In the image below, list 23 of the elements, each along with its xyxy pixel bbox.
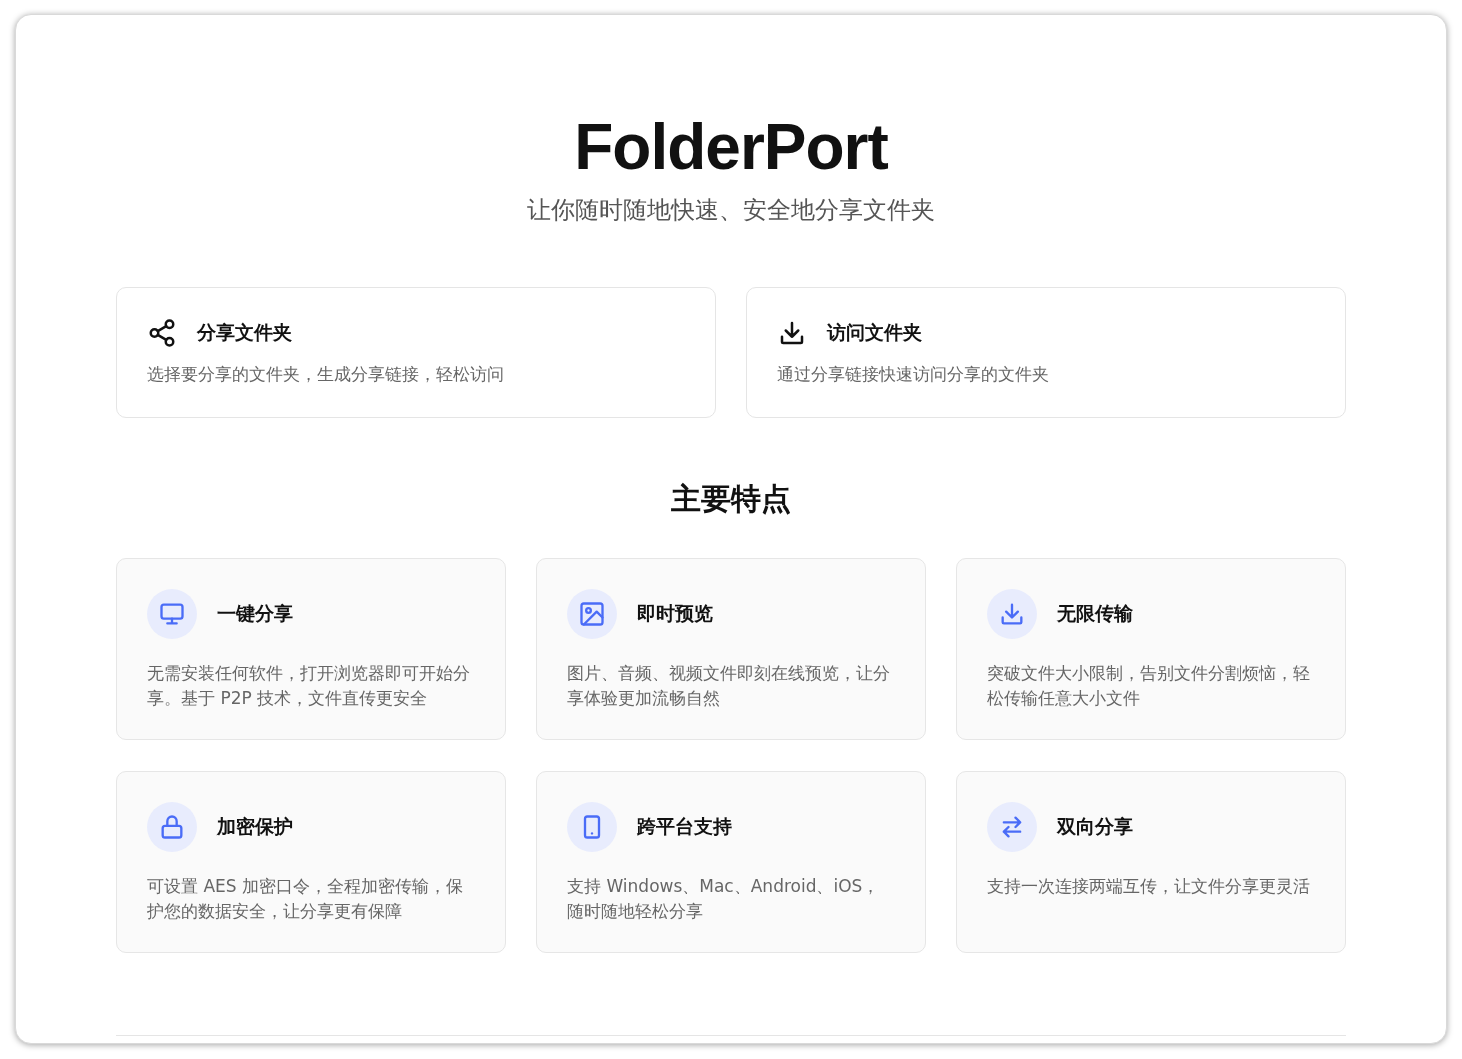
action-title: 分享文件夹 [197,320,292,345]
feature-description: 支持 Windows、Mac、Android、iOS，随时随地轻松分享 [567,875,881,923]
subtitle: 让你随时随地快速、安全地分享文件夹 [526,195,936,226]
feature-title: 一键分享 [217,601,293,626]
app-title: FolderPort [573,111,889,183]
feature-title: 无限传输 [1057,601,1133,626]
feature-description: 可设置 AES 加密口令，全程加密传输，保护您的数据安全，让分享更有保障 [147,875,464,923]
action-title: 访问文件夹 [827,320,922,345]
feature-title: 跨平台支持 [637,814,732,839]
feature-title: 即时预览 [637,601,713,626]
action-description: 通过分享链接快速访问分享的文件夹 [777,363,1050,386]
feature-description: 图片、音频、视频文件即刻在线预览，让分享体验更加流畅自然 [567,662,891,710]
feature-title: 双向分享 [1057,814,1133,839]
action-card[interactable]: 分享文件夹 选择要分享的文件夹，生成分享链接，轻松访问 [116,287,716,418]
feature-description: 无需安装任何软件，打开浏览器即可开始分享。基于 P2P 技术，文件直传更安全 [147,662,471,710]
feature-description: 突破文件大小限制，告别文件分割烦恼，轻松传输任意大小文件 [987,662,1311,710]
section-heading: 主要特点 [670,480,792,518]
action-description: 选择要分享的文件夹，生成分享链接，轻松访问 [147,363,505,386]
feature-description: 支持一次连接两端互传，让文件分享更灵活 [987,875,1311,898]
image-icon [578,600,606,628]
share-icon [147,318,177,348]
feature-title: 加密保护 [217,814,293,839]
action-card[interactable]: 访问文件夹 通过分享链接快速访问分享的文件夹 [746,287,1346,418]
